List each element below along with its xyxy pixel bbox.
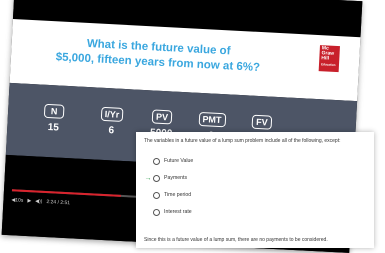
calc-value-iyr: 6 (108, 125, 115, 137)
volume-icon[interactable]: ◀)) (35, 198, 42, 204)
radio-button[interactable] (153, 191, 160, 199)
calc-key-pv: PV (151, 109, 173, 125)
quiz-option-label: Future Value (164, 158, 194, 164)
video-time: 2:24 / 2:51 (46, 199, 71, 207)
quiz-option-label: Interest rate (164, 209, 192, 215)
calc-cell-n: N 15 (37, 100, 71, 134)
calc-cell-iyr: I/Yr 6 (95, 104, 129, 138)
quiz-option-time-period[interactable]: Time period (144, 190, 191, 200)
radio-button[interactable] (153, 208, 160, 216)
quiz-option-payments[interactable]: → Payments (144, 173, 187, 183)
quiz-option-label: Payments (164, 175, 188, 181)
publisher-logo: Mc Graw Hill Education (318, 45, 340, 73)
quiz-option-interest-rate[interactable]: Interest rate (144, 207, 192, 217)
radio-button[interactable] (153, 174, 160, 182)
quiz-explanation: Since this is a future value of a lump s… (144, 237, 328, 243)
calc-key-pmt: PMT (198, 111, 226, 128)
calc-value-n: 15 (47, 121, 60, 134)
quiz-question: The variables in a future value of a lum… (144, 138, 341, 144)
correct-arrow-icon: → (144, 174, 152, 182)
quiz-option-future-value[interactable]: Future Value (144, 156, 193, 166)
skip-back-icon[interactable]: ◀10s (11, 197, 23, 204)
calc-key-iyr: I/Yr (100, 106, 124, 122)
quiz-option-label: Time period (164, 192, 192, 198)
calc-key-fv: FV (251, 114, 273, 130)
radio-button[interactable] (153, 157, 160, 165)
play-icon[interactable]: ▶ (27, 198, 31, 204)
quiz-card: The variables in a future value of a lum… (136, 132, 374, 248)
calc-key-n: N (43, 103, 65, 119)
slide-title: What is the future value of $5,000, fift… (33, 34, 284, 77)
